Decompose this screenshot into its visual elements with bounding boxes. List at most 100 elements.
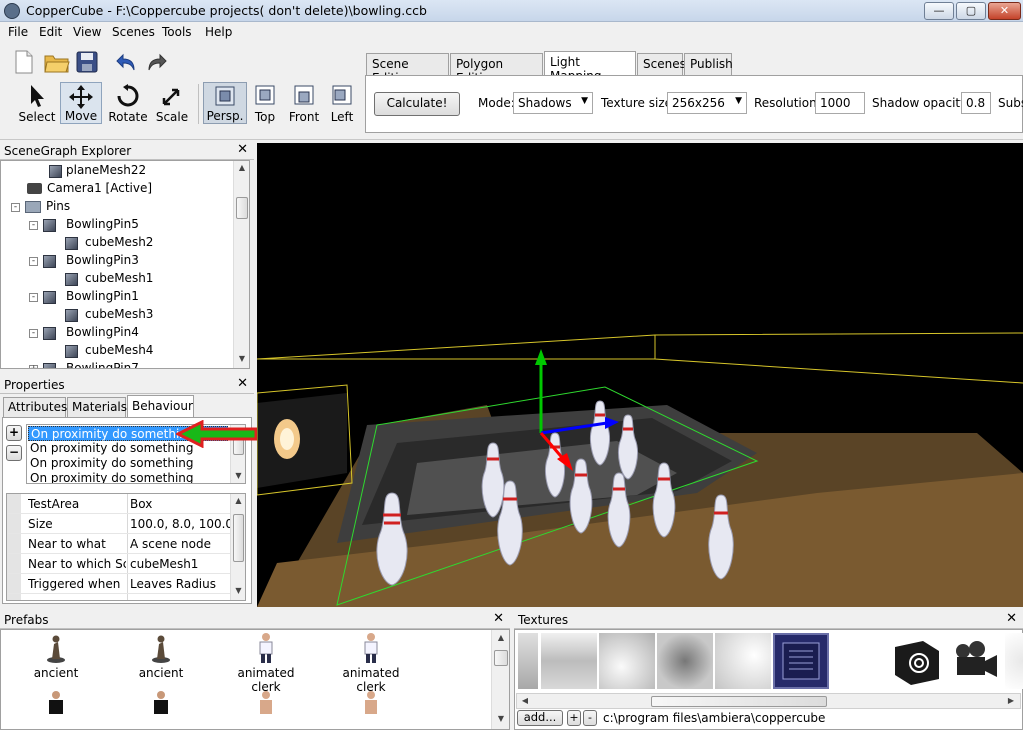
tree-item[interactable]: + BowlingPin7 xyxy=(29,361,139,368)
prefab-item[interactable]: animated clerk xyxy=(221,630,311,694)
behaviour-item[interactable]: On proximity do something xyxy=(30,441,194,455)
tab-scene-editing[interactable]: Scene Editing xyxy=(366,53,449,85)
behaviour-item[interactable]: On proximity do something xyxy=(30,456,194,470)
texture-thumb[interactable] xyxy=(518,633,538,689)
tab-scenes[interactable]: Scenes xyxy=(637,53,686,75)
prefab-item[interactable] xyxy=(221,688,311,728)
scroll-thumb[interactable] xyxy=(233,514,244,562)
prefab-item[interactable]: animated clerk xyxy=(326,630,416,694)
undo-icon[interactable] xyxy=(115,52,137,72)
scroll-up-icon[interactable]: ▲ xyxy=(231,496,246,505)
scroll-up-icon[interactable]: ▲ xyxy=(492,633,509,642)
close-window-button[interactable]: ✕ xyxy=(988,2,1021,20)
menu-file[interactable]: File xyxy=(8,25,28,39)
collapse-icon[interactable]: - xyxy=(29,293,38,302)
scroll-down-icon[interactable]: ▼ xyxy=(231,586,246,595)
new-file-icon[interactable] xyxy=(14,50,34,74)
property-grid-scrollbar[interactable]: ▲ ▼ xyxy=(230,494,245,600)
prefab-item[interactable] xyxy=(11,688,101,728)
texture-thumb[interactable] xyxy=(715,633,771,689)
texture-thumb[interactable] xyxy=(889,633,945,689)
tree-item[interactable]: cubeMesh1 xyxy=(65,271,153,289)
scroll-thumb[interactable] xyxy=(651,696,827,707)
zoom-out-button[interactable]: - xyxy=(583,710,597,726)
menu-scenes[interactable]: Scenes xyxy=(112,25,155,39)
texture-thumb-selected[interactable] xyxy=(773,633,829,689)
tree-item[interactable]: - BowlingPin4 xyxy=(29,325,139,343)
select-tool-button[interactable]: Select xyxy=(18,82,56,124)
add-behaviour-button[interactable]: + xyxy=(6,425,22,441)
scroll-right-icon[interactable]: ▶ xyxy=(1005,696,1017,705)
scroll-thumb[interactable] xyxy=(494,650,508,666)
menu-view[interactable]: View xyxy=(73,25,101,39)
shadow-opacity-input[interactable]: 0.8 xyxy=(961,92,991,114)
menu-tools[interactable]: Tools xyxy=(162,25,192,39)
tree-item[interactable]: planeMesh22 xyxy=(49,163,146,181)
collapse-icon[interactable]: - xyxy=(29,257,38,266)
scenegraph-tree[interactable]: planeMesh22 Camera1 [Active] - Pins - Bowl… xyxy=(0,160,250,369)
tab-light-mapping[interactable]: Light Mapping xyxy=(544,51,636,83)
close-icon[interactable]: ✕ xyxy=(1006,611,1017,626)
open-folder-icon[interactable] xyxy=(44,52,70,74)
tree-item[interactable]: cubeMesh2 xyxy=(65,235,153,253)
scroll-down-icon[interactable]: ▼ xyxy=(492,714,509,723)
maximize-button[interactable]: ▢ xyxy=(956,2,986,20)
prefab-item[interactable]: ancient xyxy=(116,630,206,680)
tree-item[interactable]: - BowlingPin5 xyxy=(29,217,139,235)
behaviour-item[interactable]: On proximity do something xyxy=(30,471,194,483)
texture-thumb[interactable] xyxy=(599,633,655,689)
expand-icon[interactable]: + xyxy=(29,365,38,368)
tab-materials[interactable]: Materials xyxy=(67,397,127,417)
texture-thumb[interactable] xyxy=(541,633,597,689)
texture-size-select[interactable]: 256x256 ▼ xyxy=(667,92,747,114)
property-row[interactable]: TestArea Box xyxy=(8,494,230,514)
tree-item[interactable]: Camera1 [Active] xyxy=(27,181,152,199)
scroll-down-icon[interactable]: ▼ xyxy=(234,354,249,363)
zoom-in-button[interactable]: + xyxy=(567,710,581,726)
left-view-button[interactable]: Left xyxy=(327,82,357,124)
collapse-icon[interactable]: - xyxy=(29,221,38,230)
tree-item[interactable]: - BowlingPin1 xyxy=(29,289,139,307)
collapse-icon[interactable]: - xyxy=(29,329,38,338)
scale-tool-button[interactable]: Scale xyxy=(152,82,192,124)
tree-item[interactable]: - BowlingPin3 xyxy=(29,253,139,271)
close-icon[interactable]: ✕ xyxy=(237,142,248,157)
prefabs-scrollbar[interactable]: ▲ ▼ xyxy=(491,630,509,729)
close-icon[interactable]: ✕ xyxy=(493,611,504,626)
property-row[interactable]: Size 100.0, 8.0, 100.0 xyxy=(8,514,230,534)
add-texture-button[interactable]: add... xyxy=(517,710,563,726)
textures-hscrollbar[interactable]: ◀ ▶ xyxy=(516,693,1021,709)
prefabs-list[interactable]: ancient ancient animated clerk animated … xyxy=(0,629,510,730)
texture-thumb[interactable] xyxy=(657,633,713,689)
minimize-button[interactable]: — xyxy=(924,2,954,20)
tab-publish[interactable]: Publish xyxy=(684,53,733,75)
prefab-item[interactable] xyxy=(326,688,416,728)
mode-select[interactable]: Shadows ▼ xyxy=(513,92,593,114)
tree-scrollbar[interactable]: ▲ ▼ xyxy=(233,161,249,368)
property-row[interactable]: Near to what A scene node xyxy=(8,534,230,554)
scroll-down-icon[interactable]: ▼ xyxy=(231,471,245,480)
tab-attributes[interactable]: Attributes xyxy=(3,397,67,417)
perspective-view-button[interactable]: Persp. xyxy=(203,82,247,124)
calculate-button[interactable]: Calculate! xyxy=(374,92,460,116)
redo-icon[interactable] xyxy=(146,52,168,72)
close-icon[interactable]: ✕ xyxy=(237,376,248,391)
remove-behaviour-button[interactable]: − xyxy=(6,445,22,461)
scroll-left-icon[interactable]: ◀ xyxy=(519,696,531,705)
viewport-3d[interactable] xyxy=(257,143,1023,607)
front-view-button[interactable]: Front xyxy=(287,82,321,124)
prefab-item[interactable]: ancient xyxy=(11,630,101,680)
tree-item[interactable]: - Pins xyxy=(11,199,70,217)
rotate-tool-button[interactable]: Rotate xyxy=(108,82,148,124)
tree-item[interactable]: cubeMesh3 xyxy=(65,307,153,325)
tree-item[interactable]: cubeMesh4 xyxy=(65,343,153,361)
property-row[interactable]: Near to which ScenecubeMesh1 xyxy=(8,554,230,574)
scroll-thumb[interactable] xyxy=(236,197,248,219)
menu-edit[interactable]: Edit xyxy=(39,25,62,39)
scroll-up-icon[interactable]: ▲ xyxy=(234,163,249,172)
tab-behaviour[interactable]: Behaviour xyxy=(127,395,194,418)
texture-thumb[interactable] xyxy=(831,633,887,689)
resolution-input[interactable]: 1000 xyxy=(815,92,865,114)
property-row[interactable]: Triggered when Leaves Radius xyxy=(8,574,230,594)
tab-polygon-editing[interactable]: Polygon Editing xyxy=(450,53,543,85)
